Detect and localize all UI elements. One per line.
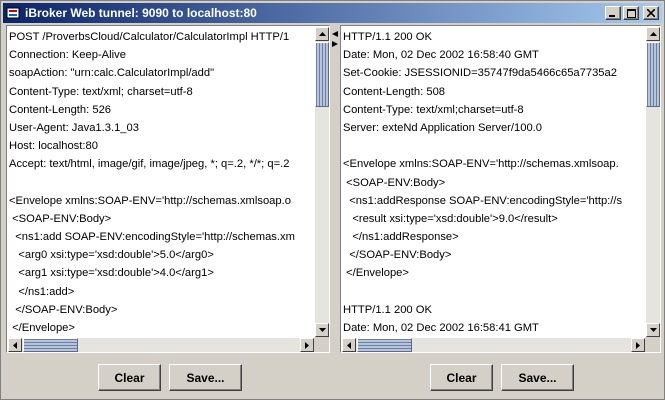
pane-splitter[interactable] — [330, 25, 340, 353]
text-line: HTTP/1.1 200 OK — [343, 303, 432, 316]
text-line: Accept: text/html, image/gif, image/jpeg… — [9, 158, 290, 171]
minimize-icon[interactable] — [605, 6, 621, 20]
response-clear-button[interactable]: Clear — [430, 364, 493, 391]
text-line: </SOAP-ENV:Body> — [343, 249, 452, 262]
response-horizontal-scrollbar[interactable] — [342, 338, 645, 352]
scroll-up-icon[interactable] — [646, 27, 660, 41]
text-line: <ns1:add SOAP-ENV:encodingStyle='http://… — [9, 231, 295, 244]
text-line: Date: Mon, 02 Dec 2002 16:58:41 GMT — [343, 322, 539, 334]
window-title: iBroker Web tunnel: 9090 to localhost:80 — [25, 6, 257, 20]
text-line: Date: Mon, 02 Dec 2002 16:58:40 GMT — [343, 49, 539, 62]
text-line: <arg0 xsi:type='xsd:double'>5.0</arg0> — [9, 249, 214, 262]
text-line — [9, 174, 314, 192]
text-line: User-Agent: Java1.3.1_03 — [9, 121, 139, 134]
text-line — [343, 283, 645, 301]
close-icon[interactable] — [643, 6, 659, 20]
title-bar[interactable]: iBroker Web tunnel: 9090 to localhost:80 — [3, 3, 662, 23]
text-line: </Envelope> — [343, 267, 409, 280]
response-hscroll-thumb[interactable] — [357, 338, 412, 352]
text-line: soapAction: "urn:calc.CalculatorImpl/add… — [9, 67, 215, 80]
text-line: POST /ProverbsCloud/Calculator/Calculato… — [9, 31, 290, 43]
scroll-right-icon[interactable] — [631, 338, 645, 352]
request-vertical-scrollbar[interactable] — [315, 27, 329, 337]
text-line: <Envelope xmlns:SOAP-ENV='http://schemas… — [9, 194, 291, 207]
scroll-down-icon[interactable] — [315, 323, 329, 337]
maximize-icon[interactable] — [623, 6, 639, 20]
response-vscroll-thumb[interactable] — [646, 42, 660, 107]
text-line — [343, 137, 645, 155]
response-vertical-scrollbar[interactable] — [646, 27, 660, 337]
text-line: <Envelope xmlns:SOAP-ENV='http://schemas… — [343, 158, 619, 171]
request-pane: POST /ProverbsCloud/Calculator/Calculato… — [6, 25, 330, 353]
scroll-corner — [645, 337, 660, 352]
text-line: <SOAP-ENV:Body> — [9, 212, 112, 225]
scroll-corner — [314, 337, 329, 352]
text-line: </ns1:add> — [9, 285, 75, 298]
text-line: Content-Length: 508 — [343, 85, 446, 98]
response-pane: HTTP/1.1 200 OK Date: Mon, 02 Dec 2002 16… — [340, 25, 661, 353]
text-line: Server: exteNd Application Server/100.0 — [343, 121, 542, 134]
scroll-right-icon[interactable] — [300, 338, 314, 352]
scroll-down-icon[interactable] — [646, 323, 660, 337]
request-save-button[interactable]: Save... — [169, 364, 242, 391]
text-line: Content-Length: 526 — [9, 103, 112, 116]
request-hscroll-thumb[interactable] — [23, 338, 78, 352]
tunnel-window: iBroker Web tunnel: 9090 to localhost:80… — [0, 0, 665, 400]
scroll-up-icon[interactable] — [315, 27, 329, 41]
text-line: Connection: Keep-Alive — [9, 49, 126, 62]
scroll-left-icon[interactable] — [342, 338, 356, 352]
split-left-arrow-icon[interactable] — [332, 31, 338, 37]
response-text[interactable]: HTTP/1.1 200 OK Date: Mon, 02 Dec 2002 16… — [342, 27, 645, 337]
text-line: </ns1:addResponse> — [343, 231, 459, 244]
text-line: </Envelope> — [9, 322, 75, 334]
split-right-arrow-icon[interactable] — [332, 41, 338, 47]
request-horizontal-scrollbar[interactable] — [8, 338, 314, 352]
response-text-area[interactable]: HTTP/1.1 200 OK Date: Mon, 02 Dec 2002 16… — [340, 25, 661, 353]
text-line: </SOAP-ENV:Body> — [9, 303, 118, 316]
text-line: Host: localhost:80 — [9, 140, 98, 153]
text-line: <SOAP-ENV:Body> — [343, 176, 446, 189]
text-line: <result xsi:type='xsd:double'>9.0</resul… — [343, 212, 558, 225]
request-clear-button[interactable]: Clear — [98, 364, 161, 391]
text-line: Content-Type: text/xml;charset=utf-8 — [343, 103, 524, 116]
app-icon — [5, 5, 21, 21]
response-save-button[interactable]: Save... — [501, 364, 574, 391]
text-line: <ns1:addResponse SOAP-ENV:encodingStyle=… — [343, 194, 623, 207]
request-vscroll-thumb[interactable] — [315, 42, 329, 107]
text-line: Content-Type: text/xml; charset=utf-8 — [9, 85, 193, 98]
scroll-left-icon[interactable] — [8, 338, 22, 352]
request-text[interactable]: POST /ProverbsCloud/Calculator/Calculato… — [8, 27, 314, 337]
text-line: <arg1 xsi:type='xsd:double'>4.0</arg1> — [9, 267, 214, 280]
text-line: Set-Cookie: JSESSIONID=35747f9da5466c65a… — [343, 67, 617, 80]
text-line: HTTP/1.1 200 OK — [343, 31, 432, 43]
request-text-area[interactable]: POST /ProverbsCloud/Calculator/Calculato… — [6, 25, 330, 353]
